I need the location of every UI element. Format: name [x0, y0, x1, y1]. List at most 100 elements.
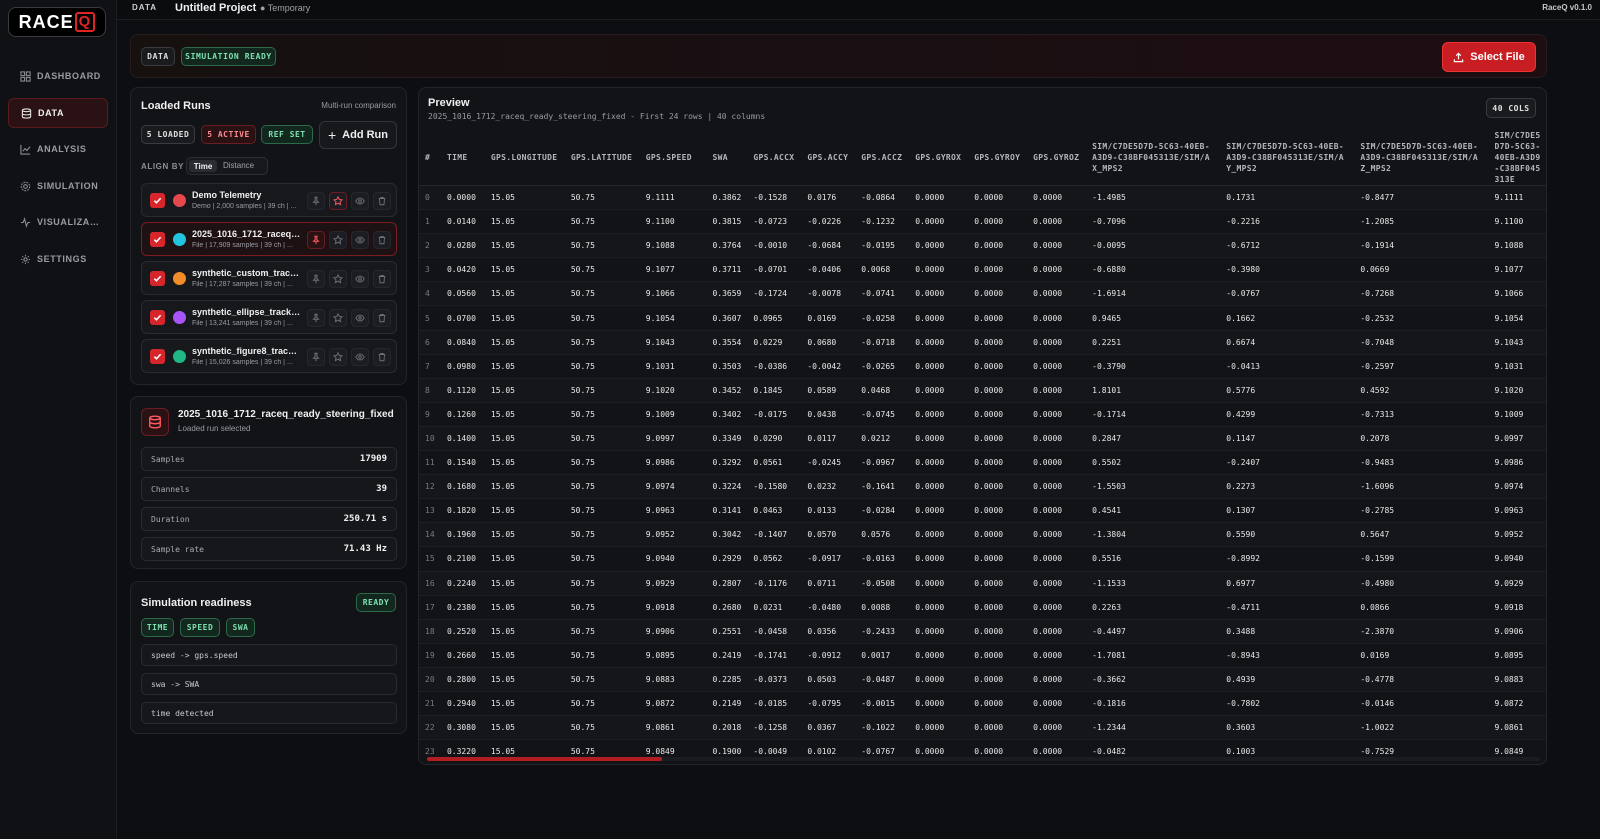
table-cell: 0.0000 [974, 674, 1004, 684]
table-cell: 15.05 [490, 482, 515, 492]
table-cell: 0.0669 [1360, 265, 1390, 275]
preview-table-wrapper[interactable]: # TIME GPS.LONGITUDE GPS.LATITUDE GPS.SPEED S… [419, 130, 1546, 757]
table-cell: 0.2251 [1092, 337, 1122, 347]
run-checkbox[interactable] [150, 232, 165, 247]
star-icon[interactable] [329, 231, 347, 249]
table-cell: 0.0000 [974, 409, 1004, 419]
trash-icon[interactable] [373, 309, 391, 327]
column-header[interactable]: GPS.LONGITUDE [484, 130, 565, 186]
pin-icon[interactable] [307, 270, 325, 288]
table-row: 0 0.0000 15.05 50.75 9.1111 0.3862 -0.1528 0.01… [419, 185, 1546, 210]
pin-icon[interactable] [307, 231, 325, 249]
table-cell: 0.3080 [446, 723, 476, 733]
trash-icon[interactable] [373, 348, 391, 366]
horizontal-scrollbar[interactable] [427, 757, 1540, 761]
table-cell: 0.2551 [712, 626, 742, 636]
table-cell: 0.0000 [915, 602, 945, 612]
eye-icon[interactable] [351, 231, 369, 249]
table-cell: 9.0861 [1494, 723, 1524, 733]
run-color-dot [173, 350, 186, 363]
table-cell: 0.3349 [712, 433, 742, 443]
pin-icon[interactable] [307, 309, 325, 327]
column-header[interactable]: GPS.ACCX [747, 130, 802, 186]
column-header[interactable]: SIM/C7DE5D7D-5C63-40EB-A3D9-C38BF045313E [1488, 130, 1546, 186]
table-cell: 0.2018 [712, 723, 742, 733]
table-cell: 0.0463 [753, 506, 783, 516]
table-cell: -0.8943 [1226, 650, 1260, 660]
add-run-button[interactable]: + Add Run [319, 121, 397, 149]
star-icon[interactable] [329, 270, 347, 288]
table-cell: 9.0986 [1494, 458, 1524, 468]
loaded-count-badge: 5 LOADED [141, 125, 195, 144]
table-row: 6 0.0840 15.05 50.75 9.1043 0.3554 0.0229 0.068… [419, 330, 1546, 355]
nav-data[interactable]: DATA [8, 98, 108, 128]
table-cell: 50.75 [570, 626, 595, 636]
column-header[interactable]: GPS.SPEED [639, 130, 707, 186]
eye-icon[interactable] [351, 348, 369, 366]
project-name[interactable]: Untitled Project [175, 2, 256, 14]
table-cell: 0.0232 [807, 482, 837, 492]
table-cell: 0.0000 [1033, 602, 1063, 612]
align-distance-option[interactable]: Distance [223, 161, 254, 170]
scrollbar-thumb[interactable] [427, 757, 662, 761]
trash-icon[interactable] [373, 231, 391, 249]
pin-icon[interactable] [307, 192, 325, 210]
column-header[interactable]: GPS.ACCY [801, 130, 856, 186]
nav-visualization[interactable]: VISUALIZA… [8, 207, 108, 237]
nav-dashboard[interactable]: DASHBOARD [8, 61, 108, 91]
column-header[interactable]: GPS.GYROY [968, 130, 1028, 186]
table-cell: 0.0000 [974, 265, 1004, 275]
run-item[interactable]: 2025_1016_1712_raceq_r... File | 17,909 … [141, 222, 397, 256]
eye-icon[interactable] [351, 270, 369, 288]
column-header[interactable]: TIME [440, 130, 485, 186]
run-checkbox[interactable] [150, 349, 165, 364]
run-item[interactable]: synthetic_custom_track_... File | 17,287… [141, 261, 397, 295]
table-row: 19 0.2660 15.05 50.75 9.0895 0.2419 -0.1741 -0.… [419, 643, 1546, 668]
table-cell: -0.1599 [1360, 554, 1395, 564]
app-logo[interactable]: RACE Q [8, 7, 106, 37]
star-icon[interactable] [329, 348, 347, 366]
pin-icon[interactable] [307, 348, 325, 366]
table-cell: 0.0000 [915, 530, 945, 540]
run-item[interactable]: Demo Telemetry Demo | 2,000 samples | 39… [141, 183, 397, 217]
table-cell: 9.0940 [645, 554, 675, 564]
table-cell: 0.0088 [861, 602, 891, 612]
star-icon[interactable] [329, 192, 347, 210]
eye-icon[interactable] [351, 309, 369, 327]
run-checkbox[interactable] [150, 310, 165, 325]
table-cell: 0.0000 [915, 361, 945, 371]
run-checkbox[interactable] [150, 271, 165, 286]
star-icon[interactable] [329, 309, 347, 327]
table-cell: 0.0000 [915, 482, 945, 492]
run-color-dot [173, 233, 186, 246]
nav-settings[interactable]: SETTINGS [8, 244, 108, 274]
run-item[interactable]: synthetic_figure8_track_... File | 15,02… [141, 339, 397, 373]
align-time-option[interactable]: Time [189, 160, 217, 172]
table-cell: 0.1900 [712, 747, 742, 757]
stat-key: Duration [151, 515, 190, 524]
column-header[interactable]: GPS.LATITUDE [564, 130, 640, 186]
table-cell: 0.0000 [974, 578, 1004, 588]
column-header[interactable]: SIM/C7DE5D7D-5C63-40EB-A3D9-C38BF045313E… [1220, 130, 1355, 186]
table-cell: 0.0866 [1360, 602, 1390, 612]
column-header[interactable]: GPS.ACCZ [855, 130, 910, 186]
table-cell: 15.05 [490, 361, 515, 371]
nav-analysis[interactable]: ANALYSIS [8, 134, 108, 164]
column-header[interactable]: GPS.GYROZ [1027, 130, 1087, 186]
column-header[interactable]: SIM/C7DE5D7D-5C63-40EB-A3D9-C38BF045313E… [1354, 130, 1489, 186]
nav-simulation[interactable]: SIMULATION [8, 171, 108, 201]
column-header[interactable]: GPS.GYROX [909, 130, 969, 186]
trash-icon[interactable] [373, 270, 391, 288]
run-item[interactable]: synthetic_ellipse_track_r... File | 13,2… [141, 300, 397, 334]
table-cell: 22 [425, 723, 435, 733]
eye-icon[interactable] [351, 192, 369, 210]
column-header[interactable]: # [419, 130, 441, 186]
column-header[interactable]: SIM/C7DE5D7D-5C63-40EB-A3D9-C38BF045313E… [1086, 130, 1221, 186]
column-header[interactable]: SWA [706, 130, 748, 186]
trash-icon[interactable] [373, 192, 391, 210]
select-file-button[interactable]: Select File [1442, 42, 1536, 72]
run-checkbox[interactable] [150, 193, 165, 208]
table-cell: 9.0974 [645, 482, 675, 492]
table-cell: 0.2078 [1360, 433, 1390, 443]
table-cell: 0.0000 [1033, 265, 1063, 275]
